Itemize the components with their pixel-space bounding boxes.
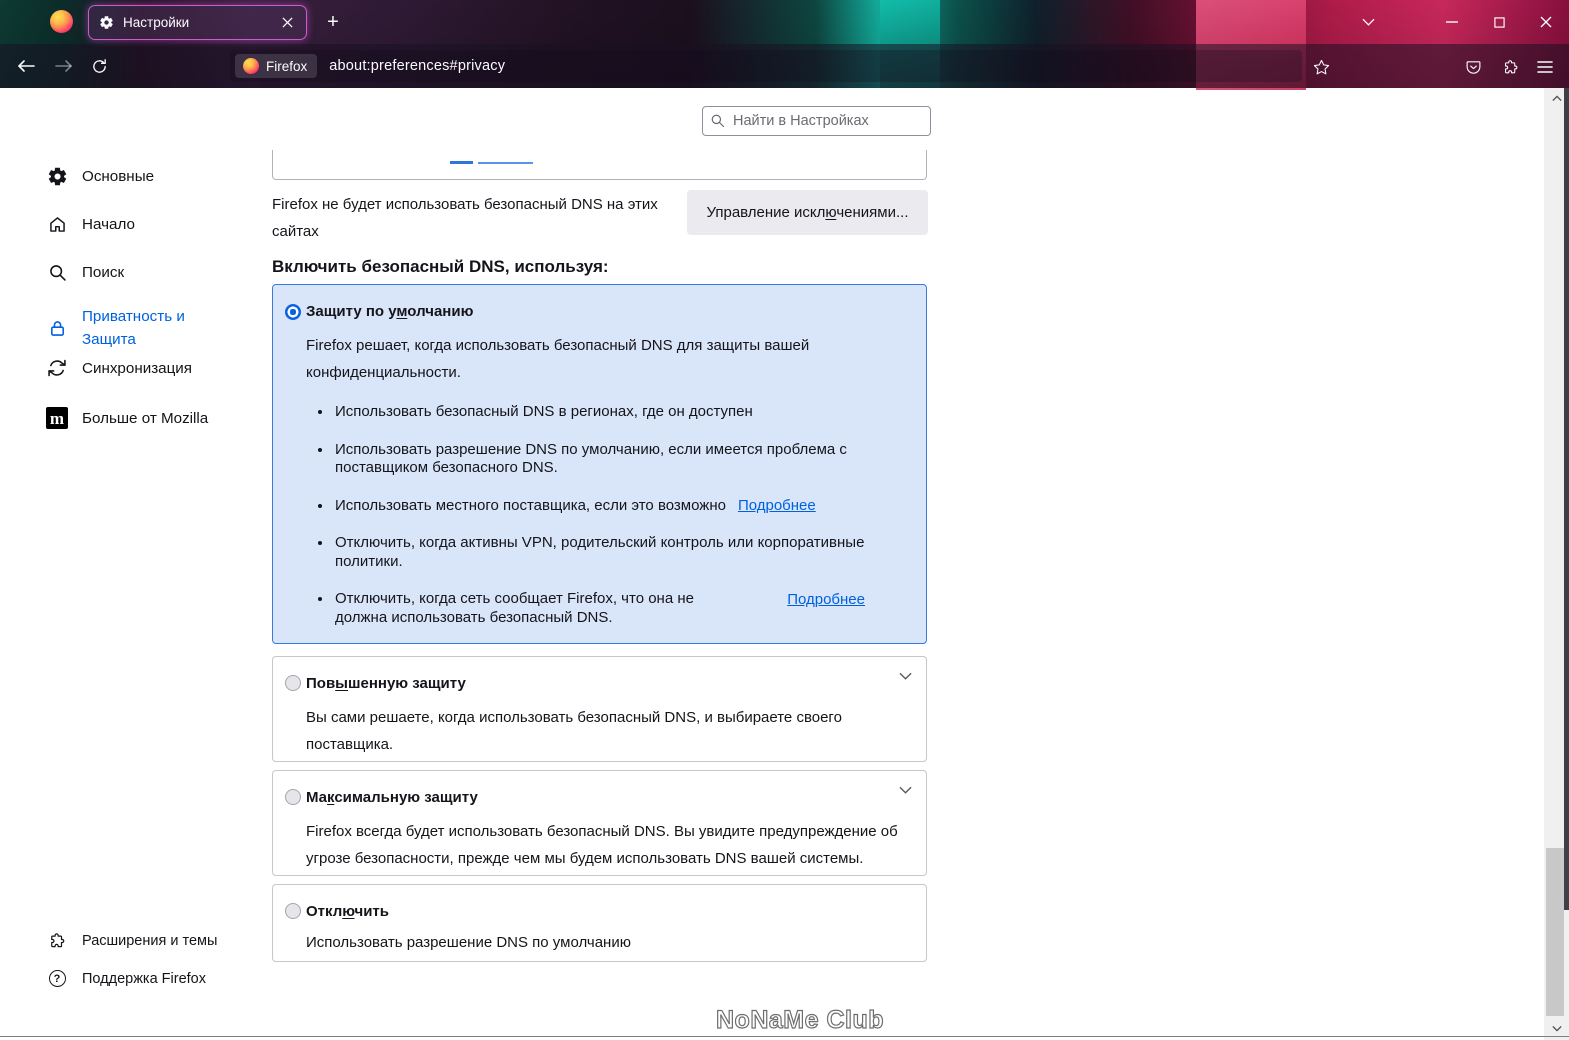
firefox-logo-icon [243, 58, 259, 74]
gear-icon [99, 15, 114, 30]
sidebar-item-label: Поиск [82, 264, 125, 281]
identity-chip[interactable]: Firefox [235, 54, 318, 78]
sync-icon [45, 358, 69, 378]
sidebar-item-search[interactable]: Поиск [45, 262, 124, 283]
tab-settings[interactable]: Настройки [88, 5, 307, 40]
sidebar-item-sync[interactable]: Синхронизация [45, 358, 192, 378]
sidebar-item-label: Больше от Mozilla [82, 409, 209, 427]
doh-option-increased-protection[interactable]: Повышенную защиту Вы сами решаете, когда… [272, 656, 927, 762]
sidebar-item-more-mozilla[interactable]: m Больше от Mozilla [45, 407, 208, 429]
sidebar-item-privacy[interactable]: Приватность и Защита [45, 302, 212, 354]
radio-increased-protection[interactable] [285, 675, 301, 691]
doh-exceptions-note: Firefox не будет использовать безопасный… [272, 196, 658, 240]
sidebar-item-home[interactable]: Начало [45, 214, 135, 235]
url-text: about:preferences#privacy [329, 58, 506, 74]
doh-heading: Включить безопасный DNS, используя: [272, 257, 609, 276]
watermark: NoNaMe Club [715, 1005, 884, 1034]
doh-option-default-protection[interactable]: Защиту по умолчанию Firefox решает, когд… [272, 284, 927, 644]
manage-exceptions-button[interactable]: Управление исключениями... [687, 190, 928, 235]
sidebar-item-label: Начало [82, 216, 135, 233]
sidebar-item-firefox-support[interactable]: ? Поддержка Firefox [45, 970, 206, 987]
learn-more-link[interactable]: Подробнее [738, 497, 816, 514]
scrollbar-thumb[interactable] [1546, 848, 1564, 1016]
forward-button[interactable] [50, 53, 78, 79]
question-icon: ? [45, 970, 69, 987]
exceptions-list-box-clipped [272, 150, 927, 180]
radio-off[interactable] [285, 903, 301, 919]
list-tabs-chevron-icon[interactable] [1352, 8, 1384, 36]
reload-button[interactable] [85, 53, 113, 79]
screenshot-bottom-edge [0, 1036, 1569, 1037]
option-label: Отключить [306, 903, 389, 920]
clipped-link-fragment [478, 162, 533, 164]
sidebar-item-label: Поддержка Firefox [82, 970, 206, 987]
settings-search [702, 106, 931, 136]
chevron-down-icon[interactable] [899, 786, 912, 794]
puzzle-icon [45, 932, 69, 950]
home-icon [45, 214, 69, 235]
lock-icon [45, 318, 69, 339]
scrollbar-down-arrow[interactable] [1549, 1020, 1565, 1036]
new-tab-button[interactable]: + [320, 9, 346, 35]
option-description: Вы сами решаете, когда использовать безо… [306, 709, 842, 753]
option-label: Защиту по умолчанию [306, 303, 474, 320]
sidebar-item-label: Расширения и темы [82, 933, 218, 949]
option-description: Firefox решает, когда использовать безоп… [306, 337, 810, 381]
screen-right-edge [1564, 88, 1569, 910]
scrollbar-up-arrow[interactable] [1549, 90, 1565, 106]
doh-option-max-protection[interactable]: Максимальную защиту Firefox всегда будет… [272, 770, 927, 876]
firefox-logo-icon [50, 10, 73, 33]
radio-default-protection[interactable] [285, 304, 301, 320]
option-label: Повышенную защиту [306, 675, 466, 692]
learn-more-link[interactable]: Подробнее [787, 591, 865, 610]
doh-option-off[interactable]: Отключить Использовать разрешение DNS по… [272, 884, 927, 962]
sidebar-item-label: Приватность и Защита [82, 308, 185, 348]
search-icon [45, 262, 69, 283]
default-protection-bullets: Использовать безопасный DNS в регионах, … [333, 403, 893, 646]
extensions-puzzle-icon[interactable] [1497, 54, 1523, 80]
sidebar-item-extensions-themes[interactable]: Расширения и темы [45, 932, 217, 950]
window-maximize-button[interactable] [1483, 8, 1515, 36]
bullet-item: Использовать разрешение DNS по умолчанию… [333, 441, 893, 478]
back-button[interactable] [12, 53, 40, 79]
window-minimize-button[interactable] [1436, 8, 1468, 36]
pocket-icon[interactable] [1460, 54, 1486, 80]
sidebar-item-label: Основные [82, 168, 155, 185]
bullet-item: Отключить, когда активны VPN, родительск… [333, 534, 893, 571]
clipped-link-fragment [450, 161, 473, 164]
mozilla-m-icon: m [45, 407, 69, 429]
tab-title: Настройки [123, 15, 190, 30]
sidebar-item-general[interactable]: Основные [45, 166, 154, 187]
identity-label: Firefox [266, 58, 308, 74]
hamburger-menu-icon[interactable] [1532, 54, 1558, 80]
search-icon [710, 113, 725, 128]
option-label: Максимальную защиту [306, 789, 478, 806]
tab-close-icon[interactable] [276, 12, 298, 34]
url-bar[interactable]: Firefox about:preferences#privacy [230, 50, 1302, 82]
chevron-down-icon[interactable] [899, 672, 912, 680]
option-description: Использовать разрешение DNS по умолчанию [306, 934, 631, 951]
option-description: Firefox всегда будет использовать безопа… [306, 823, 898, 867]
sidebar-item-label: Синхронизация [82, 359, 193, 377]
settings-search-input[interactable] [702, 106, 931, 136]
bullet-item: Использовать безопасный DNS в регионах, … [333, 403, 893, 422]
gear-icon [45, 166, 69, 187]
bullet-item: Отключить, когда сеть сообщает Firefox, … [333, 590, 893, 627]
bullet-item: Использовать местного поставщика, если э… [333, 497, 893, 516]
radio-max-protection[interactable] [285, 789, 301, 805]
bookmark-star-icon[interactable] [1308, 54, 1334, 80]
window-close-button[interactable] [1530, 8, 1562, 36]
